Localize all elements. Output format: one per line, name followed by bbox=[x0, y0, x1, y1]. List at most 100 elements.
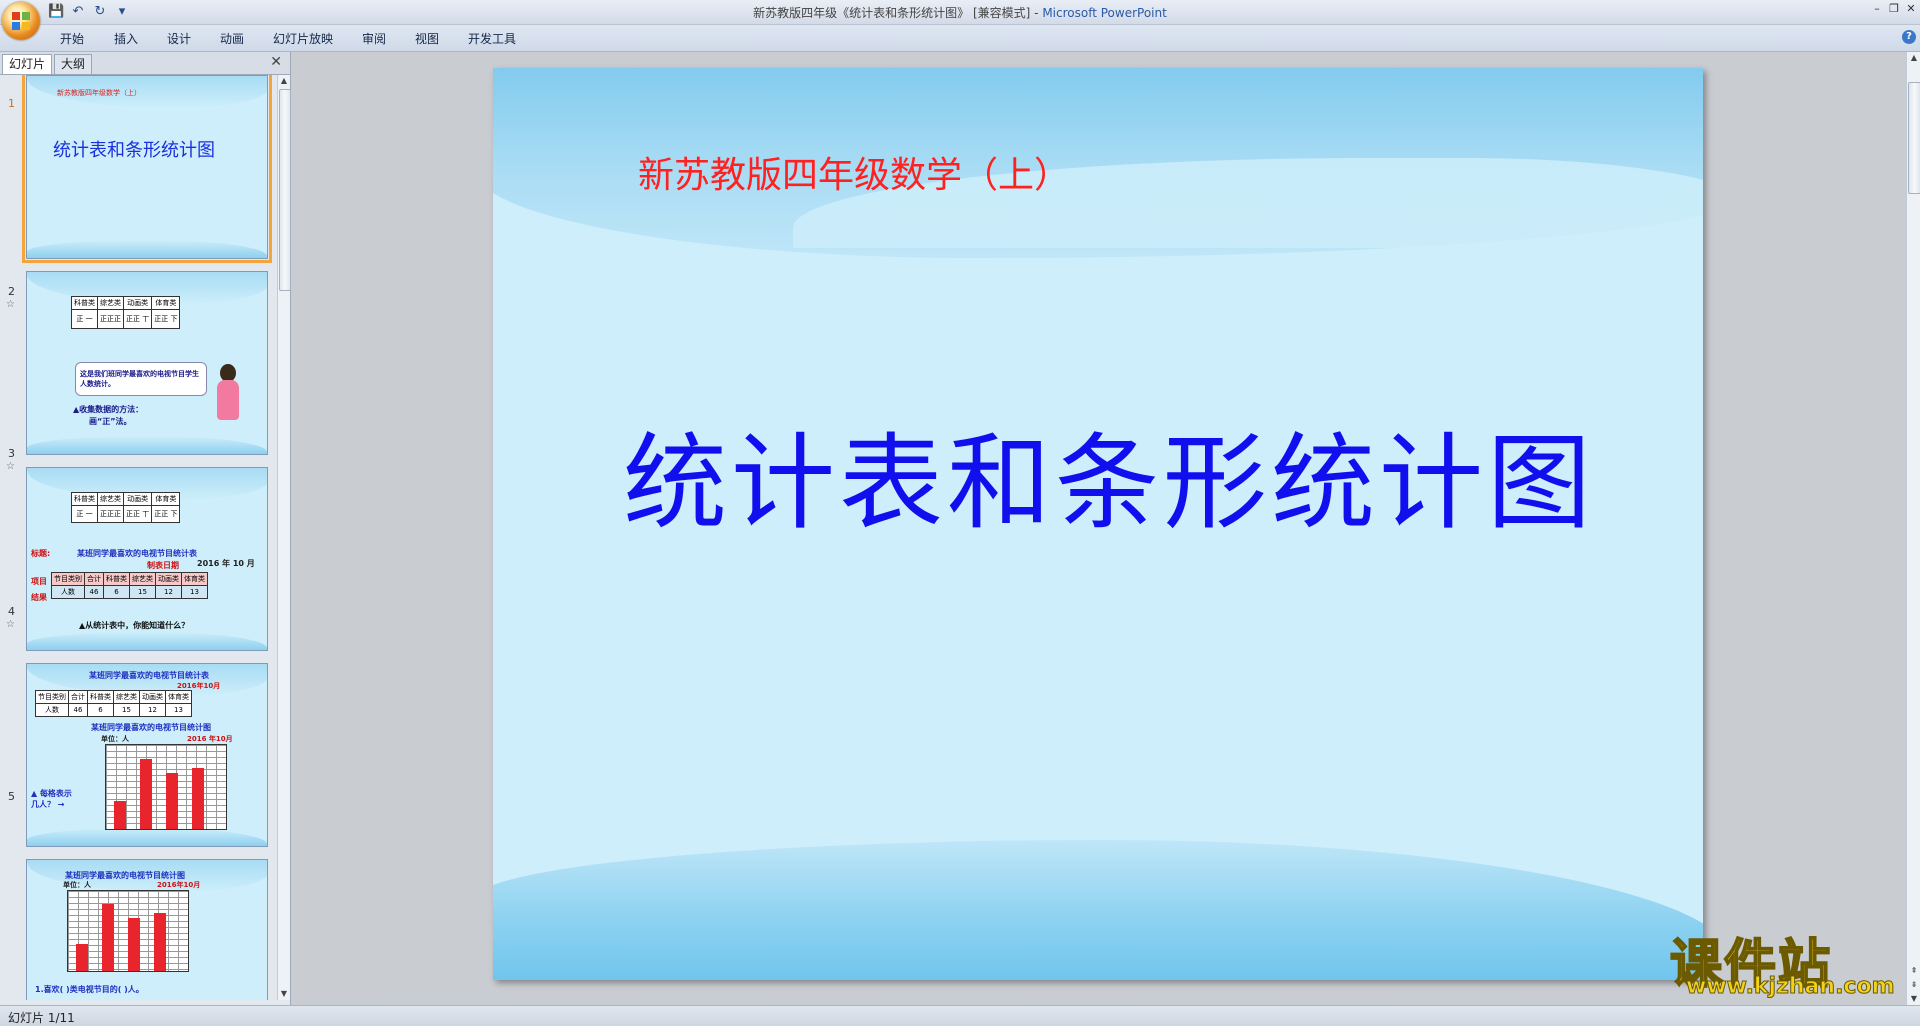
tab-view[interactable]: 视图 bbox=[415, 30, 439, 47]
pane-scrollbar[interactable]: ▲ ▼ bbox=[277, 75, 291, 1000]
table-cell: 13 bbox=[181, 585, 208, 599]
thumbnail-slide-5[interactable]: 某班同学最喜欢的电视节目统计图 单位：人 2016年10月 1.喜欢( )类电视… bbox=[26, 859, 268, 1000]
date-value: 2016 年 10 月 bbox=[197, 559, 255, 568]
restore-icon[interactable]: ❐ bbox=[1887, 2, 1901, 16]
prev-slide-icon[interactable]: ⇞ bbox=[1908, 965, 1920, 977]
tab-home[interactable]: 开始 bbox=[60, 30, 84, 47]
slide-title[interactable]: 统计表和条形统计图 bbox=[623, 398, 1595, 549]
wave-decoration bbox=[27, 828, 267, 846]
chart-title: 某班同学最喜欢的电视节目统计图 bbox=[91, 723, 211, 732]
wave-decoration bbox=[27, 436, 267, 454]
pane-tabs: 幻灯片 大纲 ✕ bbox=[0, 52, 290, 75]
animation-star-icon: ☆ bbox=[6, 299, 15, 310]
table-cell: 节目类别 bbox=[51, 572, 85, 586]
table-cell: 6 bbox=[87, 703, 114, 717]
table-cell: 体育类 bbox=[165, 690, 192, 704]
next-slide-icon[interactable]: ⇟ bbox=[1908, 979, 1920, 991]
chart-bar bbox=[154, 913, 166, 971]
table-title: 某班同学最喜欢的电视节目统计表 bbox=[77, 549, 197, 558]
teacher-illustration bbox=[215, 364, 241, 424]
table-cell: 科普类 bbox=[103, 572, 130, 586]
tab-insert[interactable]: 插入 bbox=[114, 30, 138, 47]
chart-date: 2016 年10月 bbox=[187, 735, 233, 743]
bubble-text: 这是我们班同学最喜欢的电视节目学生人数统计。 bbox=[80, 370, 199, 388]
scroll-thumb[interactable] bbox=[1908, 82, 1920, 194]
help-icon[interactable]: ? bbox=[1902, 30, 1916, 44]
wave-decoration bbox=[493, 840, 1703, 980]
table-cell: 综艺类 bbox=[113, 690, 140, 704]
scroll-down-icon[interactable]: ▼ bbox=[279, 988, 289, 1000]
chart-bar bbox=[128, 918, 140, 971]
thumbnail-slide-1[interactable]: 新苏教版四年级数学（上） 统计表和条形统计图 bbox=[22, 75, 272, 263]
table-cell: 正正 下 bbox=[151, 505, 181, 523]
tab-developer[interactable]: 开发工具 bbox=[468, 30, 516, 47]
animation-star-icon: ☆ bbox=[6, 461, 15, 472]
tab-outline[interactable]: 大纲 bbox=[54, 54, 93, 74]
side-question: ▲ 每格表示几人？ → bbox=[31, 789, 72, 809]
table-cell: 综艺类 bbox=[129, 572, 156, 586]
office-logo-icon bbox=[12, 12, 30, 30]
pane-close-icon[interactable]: ✕ bbox=[270, 54, 282, 70]
current-slide[interactable]: 新苏教版四年级数学（上） 统计表和条形统计图 bbox=[493, 68, 1703, 980]
table-cell: 15 bbox=[129, 585, 156, 599]
wave-decoration bbox=[27, 632, 267, 650]
thumb-number: 1 bbox=[8, 97, 15, 110]
thumb-number: 2 bbox=[8, 285, 15, 298]
table-cell: 正正正 bbox=[97, 505, 124, 523]
table-cell: 46 bbox=[68, 703, 88, 717]
label-title: 标题: bbox=[31, 549, 51, 558]
table-cell: 体育类 bbox=[181, 572, 208, 586]
tab-design[interactable]: 设计 bbox=[167, 30, 191, 47]
date-label: 制表日期 bbox=[147, 561, 179, 570]
table-cell: 12 bbox=[139, 703, 166, 717]
thumbnail-slide-2[interactable]: 科普类 综艺类 动画类 体育类 正 一正正正 正正 丅正正 下 这是我们班同学最喜欢的电… bbox=[26, 271, 268, 455]
table-title: 某班同学最喜欢的电视节目统计表 bbox=[89, 671, 209, 680]
tab-slideshow[interactable]: 幻灯片放映 bbox=[273, 30, 333, 47]
table-cell: 动画类 bbox=[139, 690, 166, 704]
table-cell: 正 一 bbox=[71, 309, 98, 329]
table-cell: 科普类 bbox=[71, 296, 98, 310]
close-icon[interactable]: ✕ bbox=[1904, 2, 1918, 16]
chart-unit: 单位：人 bbox=[101, 735, 129, 743]
label-item: 项目 bbox=[31, 577, 47, 586]
tally-table: 科普类 综艺类 动画类 体育类 正 一正正正 正正 丅正正 下 bbox=[71, 296, 181, 329]
thumbnail-slide-3[interactable]: 科普类 综艺类 动画类 体育类 正 一正正正 正正 丅正正 下 标题: 某班同学最喜欢的… bbox=[26, 467, 268, 651]
table-cell: 动画类 bbox=[122, 296, 153, 310]
tab-animation[interactable]: 动画 bbox=[220, 30, 244, 47]
scroll-thumb[interactable] bbox=[279, 89, 291, 291]
scroll-up-icon[interactable]: ▲ bbox=[279, 75, 289, 87]
table-cell: 节目类别 bbox=[35, 690, 69, 704]
tab-slides[interactable]: 幻灯片 bbox=[2, 54, 53, 74]
thumbnail-list: 1 新苏教版四年级数学（上） 统计表和条形统计图 2 ☆ 科普类 综艺类 动画类 体育… bbox=[0, 75, 275, 1000]
table-cell: 合计 bbox=[84, 572, 104, 586]
table-cell: 动画类 bbox=[122, 492, 153, 506]
table-cell: 正正 丅 bbox=[122, 505, 153, 523]
question-text: 1.喜欢( )类电视节目的( )人。 bbox=[35, 985, 144, 994]
method-label: ▲收集数据的方法： bbox=[73, 405, 144, 414]
watermark: 课件站 www.kjzhan.com bbox=[1669, 922, 1900, 1002]
table-cell: 科普类 bbox=[71, 492, 98, 506]
thumb-number: 5 bbox=[8, 790, 15, 803]
label-result: 结果 bbox=[31, 593, 47, 602]
slide-subtitle[interactable]: 新苏教版四年级数学（上） bbox=[638, 146, 1070, 198]
method-value: 画“正”法。 bbox=[89, 417, 132, 426]
scroll-down-icon[interactable]: ▼ bbox=[1908, 993, 1920, 1005]
chart-bar bbox=[114, 801, 126, 829]
chart-bar bbox=[166, 773, 178, 829]
table-cell: 46 bbox=[84, 585, 104, 599]
tab-review[interactable]: 审阅 bbox=[362, 30, 386, 47]
wave-decoration bbox=[27, 240, 267, 258]
office-button[interactable] bbox=[2, 2, 40, 40]
thumb-number: 3 bbox=[8, 447, 15, 460]
editor-scrollbar[interactable]: ▲ ⇞ ⇟ ▼ bbox=[1906, 52, 1920, 1005]
table-cell: 正正正 bbox=[97, 309, 124, 329]
minimize-icon[interactable]: – bbox=[1870, 2, 1884, 16]
thumbnail-slide-4[interactable]: 某班同学最喜欢的电视节目统计表 2016年10月 节目类别 合计 科普类 综艺类… bbox=[26, 663, 268, 847]
scroll-up-icon[interactable]: ▲ bbox=[1908, 52, 1920, 64]
table-cell: 6 bbox=[103, 585, 130, 599]
thumb-subtitle: 新苏教版四年级数学（上） bbox=[57, 89, 141, 97]
table-cell: 体育类 bbox=[151, 492, 181, 506]
title-bar: 💾 ↶ ↻ ▾ 新苏教版四年级《统计表和条形统计图》 [兼容模式] - Micr… bbox=[0, 0, 1920, 40]
table-cell: 正 一 bbox=[71, 505, 98, 523]
thumb-number: 4 bbox=[8, 605, 15, 618]
